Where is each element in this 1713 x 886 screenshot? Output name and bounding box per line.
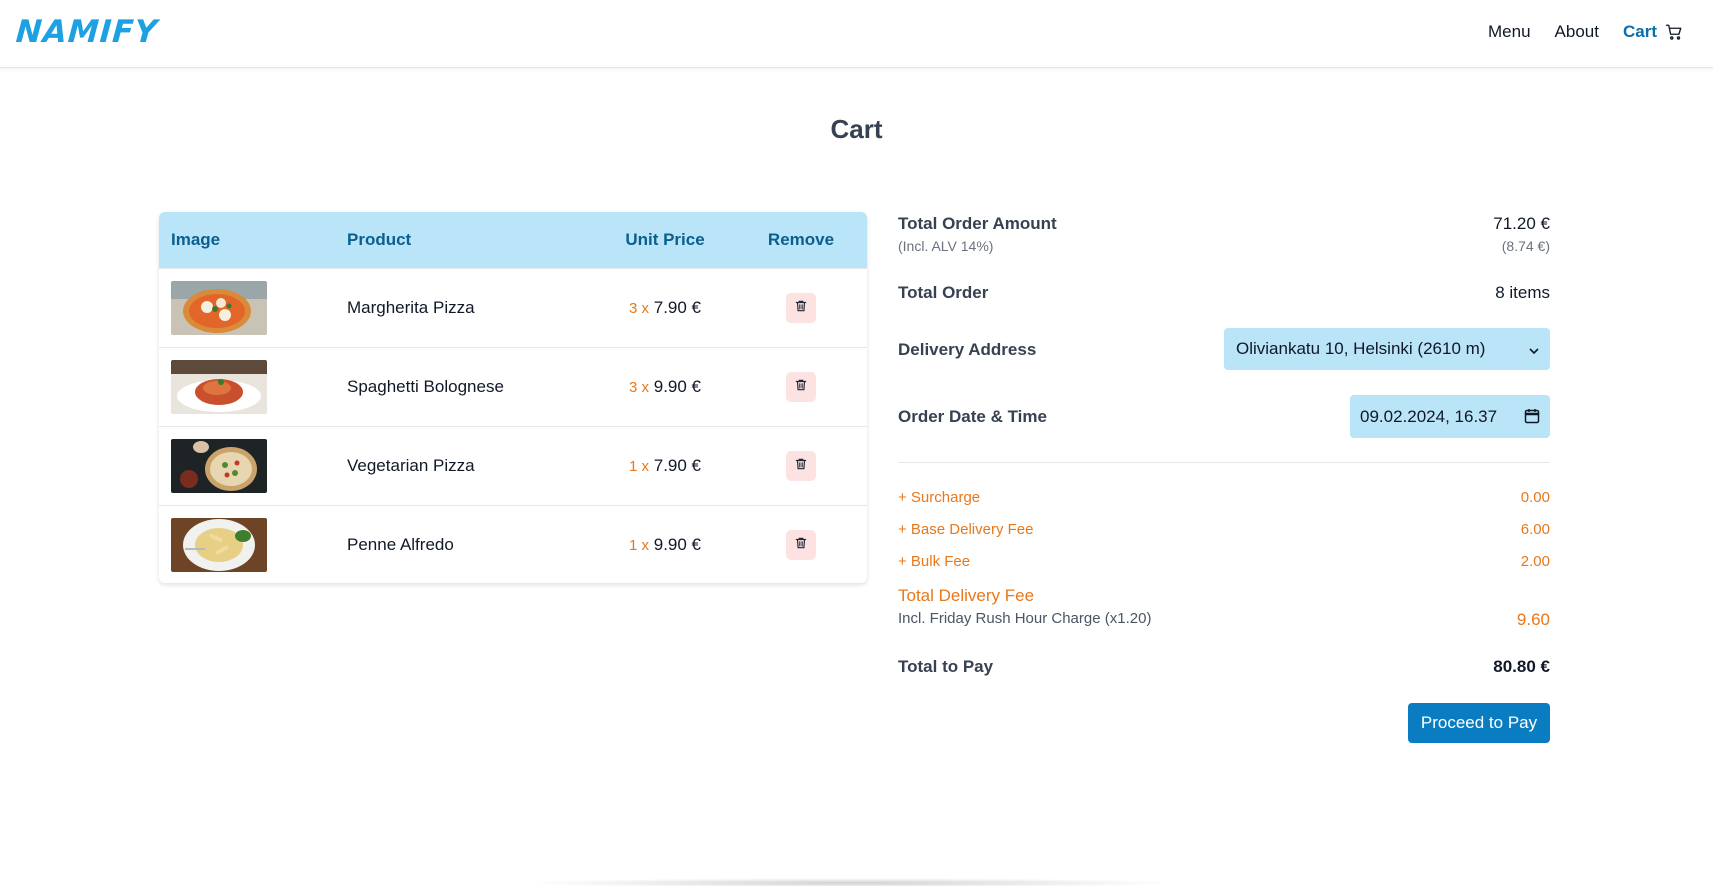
total-order-row: Total Order 8 items — [898, 283, 1550, 303]
vegetarian-pizza-photo — [171, 439, 267, 493]
quantity: 1 x — [628, 537, 649, 554]
table-header: Image Product Unit Price Remove — [159, 212, 867, 268]
total-to-pay-value: 80.80 € — [1493, 657, 1550, 676]
bulk-fee-row: + Bulk Fee 2.00 — [898, 553, 1550, 570]
total-order-amount-label: Total Order Amount — [898, 214, 1057, 233]
navbar: NAMIFY Menu About Cart — [0, 0, 1713, 68]
cart-icon — [1665, 23, 1683, 41]
price: 7.90 € — [653, 298, 701, 317]
delivery-address-value: Oliviankatu 10, Helsinki (2610 m) — [1236, 339, 1486, 358]
vat-amount: (8.74 €) — [1501, 238, 1550, 254]
table-row: Vegetarian Pizza 1 x 7.90 € — [159, 426, 867, 505]
total-delivery-fee-label: Total Delivery Fee — [898, 586, 1035, 605]
delivery-address-select[interactable]: Oliviankatu 10, Helsinki (2610 m) — [1224, 328, 1550, 370]
quantity: 3 x — [628, 379, 649, 396]
header-remove: Remove — [767, 230, 835, 249]
product-name: Vegetarian Pizza — [347, 456, 475, 475]
total-delivery-fee-row: Total Delivery Fee Incl. Friday Rush Hou… — [898, 586, 1550, 629]
penne-alfredo-photo — [171, 518, 267, 572]
page-title: Cart — [830, 114, 883, 144]
quantity: 1 x — [628, 458, 649, 475]
price: 9.90 € — [653, 377, 701, 396]
header-image: Image — [171, 230, 221, 249]
chevron-down-icon — [1528, 342, 1540, 362]
nav-about-link[interactable]: About — [1555, 22, 1599, 42]
nav-links: Menu About Cart — [1488, 22, 1683, 42]
header-product: Product — [347, 230, 412, 249]
price: 9.90 € — [653, 535, 701, 554]
nav-cart-label: Cart — [1622, 22, 1657, 41]
total-to-pay-row: Total to Pay 80.80 € — [898, 657, 1550, 677]
remove-item-button[interactable] — [786, 451, 816, 481]
unit-price: 3 x 9.90 € — [595, 377, 735, 397]
bulk-fee-label: + Bulk Fee — [898, 553, 971, 570]
unit-price: 3 x 7.90 € — [595, 298, 735, 318]
remove-item-button[interactable] — [786, 293, 816, 323]
cart-table: Image Product Unit Price Remove Margheri… — [159, 212, 867, 583]
remove-item-button[interactable] — [786, 530, 816, 560]
table-row: Spaghetti Bolognese 3 x 9.90 € — [159, 347, 867, 426]
rush-hour-label: Incl. Friday Rush Hour Charge (x1.20) — [898, 610, 1152, 627]
product-name: Penne Alfredo — [347, 535, 454, 554]
total-delivery-fee-value: 9.60 — [1516, 610, 1550, 629]
base-delivery-fee-value: 6.00 — [1520, 521, 1550, 538]
header-unit-price: Unit Price — [625, 230, 705, 249]
total-order-value: 8 items — [1495, 283, 1550, 302]
margherita-pizza-photo — [171, 281, 267, 335]
product-name: Margherita Pizza — [347, 298, 475, 317]
spaghetti-bolognese-photo — [171, 360, 267, 414]
vat-label: (Incl. ALV 14%) — [898, 238, 994, 254]
unit-price: 1 x 7.90 € — [595, 456, 735, 476]
order-datetime-input[interactable]: 09.02.2024, 16.37 — [1350, 395, 1550, 438]
trash-icon — [794, 535, 808, 555]
total-order-amount-row: Total Order Amount (Incl. ALV 14%) 71.20… — [898, 214, 1550, 254]
total-to-pay-label: Total to Pay — [898, 657, 994, 676]
table-row: Margherita Pizza 3 x 7.90 € — [159, 268, 867, 347]
delivery-address-label: Delivery Address — [898, 340, 1037, 359]
delivery-address-row: Delivery Address Oliviankatu 10, Helsink… — [898, 328, 1550, 370]
surcharge-value: 0.00 — [1520, 489, 1550, 506]
nav-cart-link[interactable]: Cart — [1623, 22, 1683, 42]
total-order-label: Total Order — [898, 283, 989, 302]
order-datetime-label: Order Date & Time — [898, 407, 1047, 426]
quantity: 3 x — [628, 300, 649, 317]
divider — [898, 462, 1550, 463]
base-delivery-fee-label: + Base Delivery Fee — [898, 521, 1034, 538]
bulk-fee-value: 2.00 — [1520, 553, 1550, 570]
unit-price: 1 x 9.90 € — [595, 535, 735, 555]
brand-logo[interactable]: NAMIFY — [15, 14, 159, 50]
trash-icon — [794, 298, 808, 318]
proceed-to-pay-button[interactable]: Proceed to Pay — [1408, 703, 1550, 743]
table-row: Penne Alfredo 1 x 9.90 € — [159, 505, 867, 583]
total-order-amount-value: 71.20 € — [1493, 214, 1550, 233]
bottom-shadow — [520, 878, 1180, 886]
surcharge-label: + Surcharge — [898, 489, 981, 506]
price: 7.90 € — [653, 456, 701, 475]
order-datetime-value: 09.02.2024, 16.37 — [1360, 406, 1498, 426]
trash-icon — [794, 377, 808, 397]
base-delivery-fee-row: + Base Delivery Fee 6.00 — [898, 521, 1550, 538]
nav-menu-link[interactable]: Menu — [1488, 22, 1531, 42]
trash-icon — [794, 456, 808, 476]
product-name: Spaghetti Bolognese — [347, 377, 504, 396]
calendar-icon[interactable] — [1524, 408, 1540, 429]
order-datetime-row: Order Date & Time 09.02.2024, 16.37 — [898, 395, 1550, 438]
surcharge-row: + Surcharge 0.00 — [898, 489, 1550, 506]
remove-item-button[interactable] — [786, 372, 816, 402]
